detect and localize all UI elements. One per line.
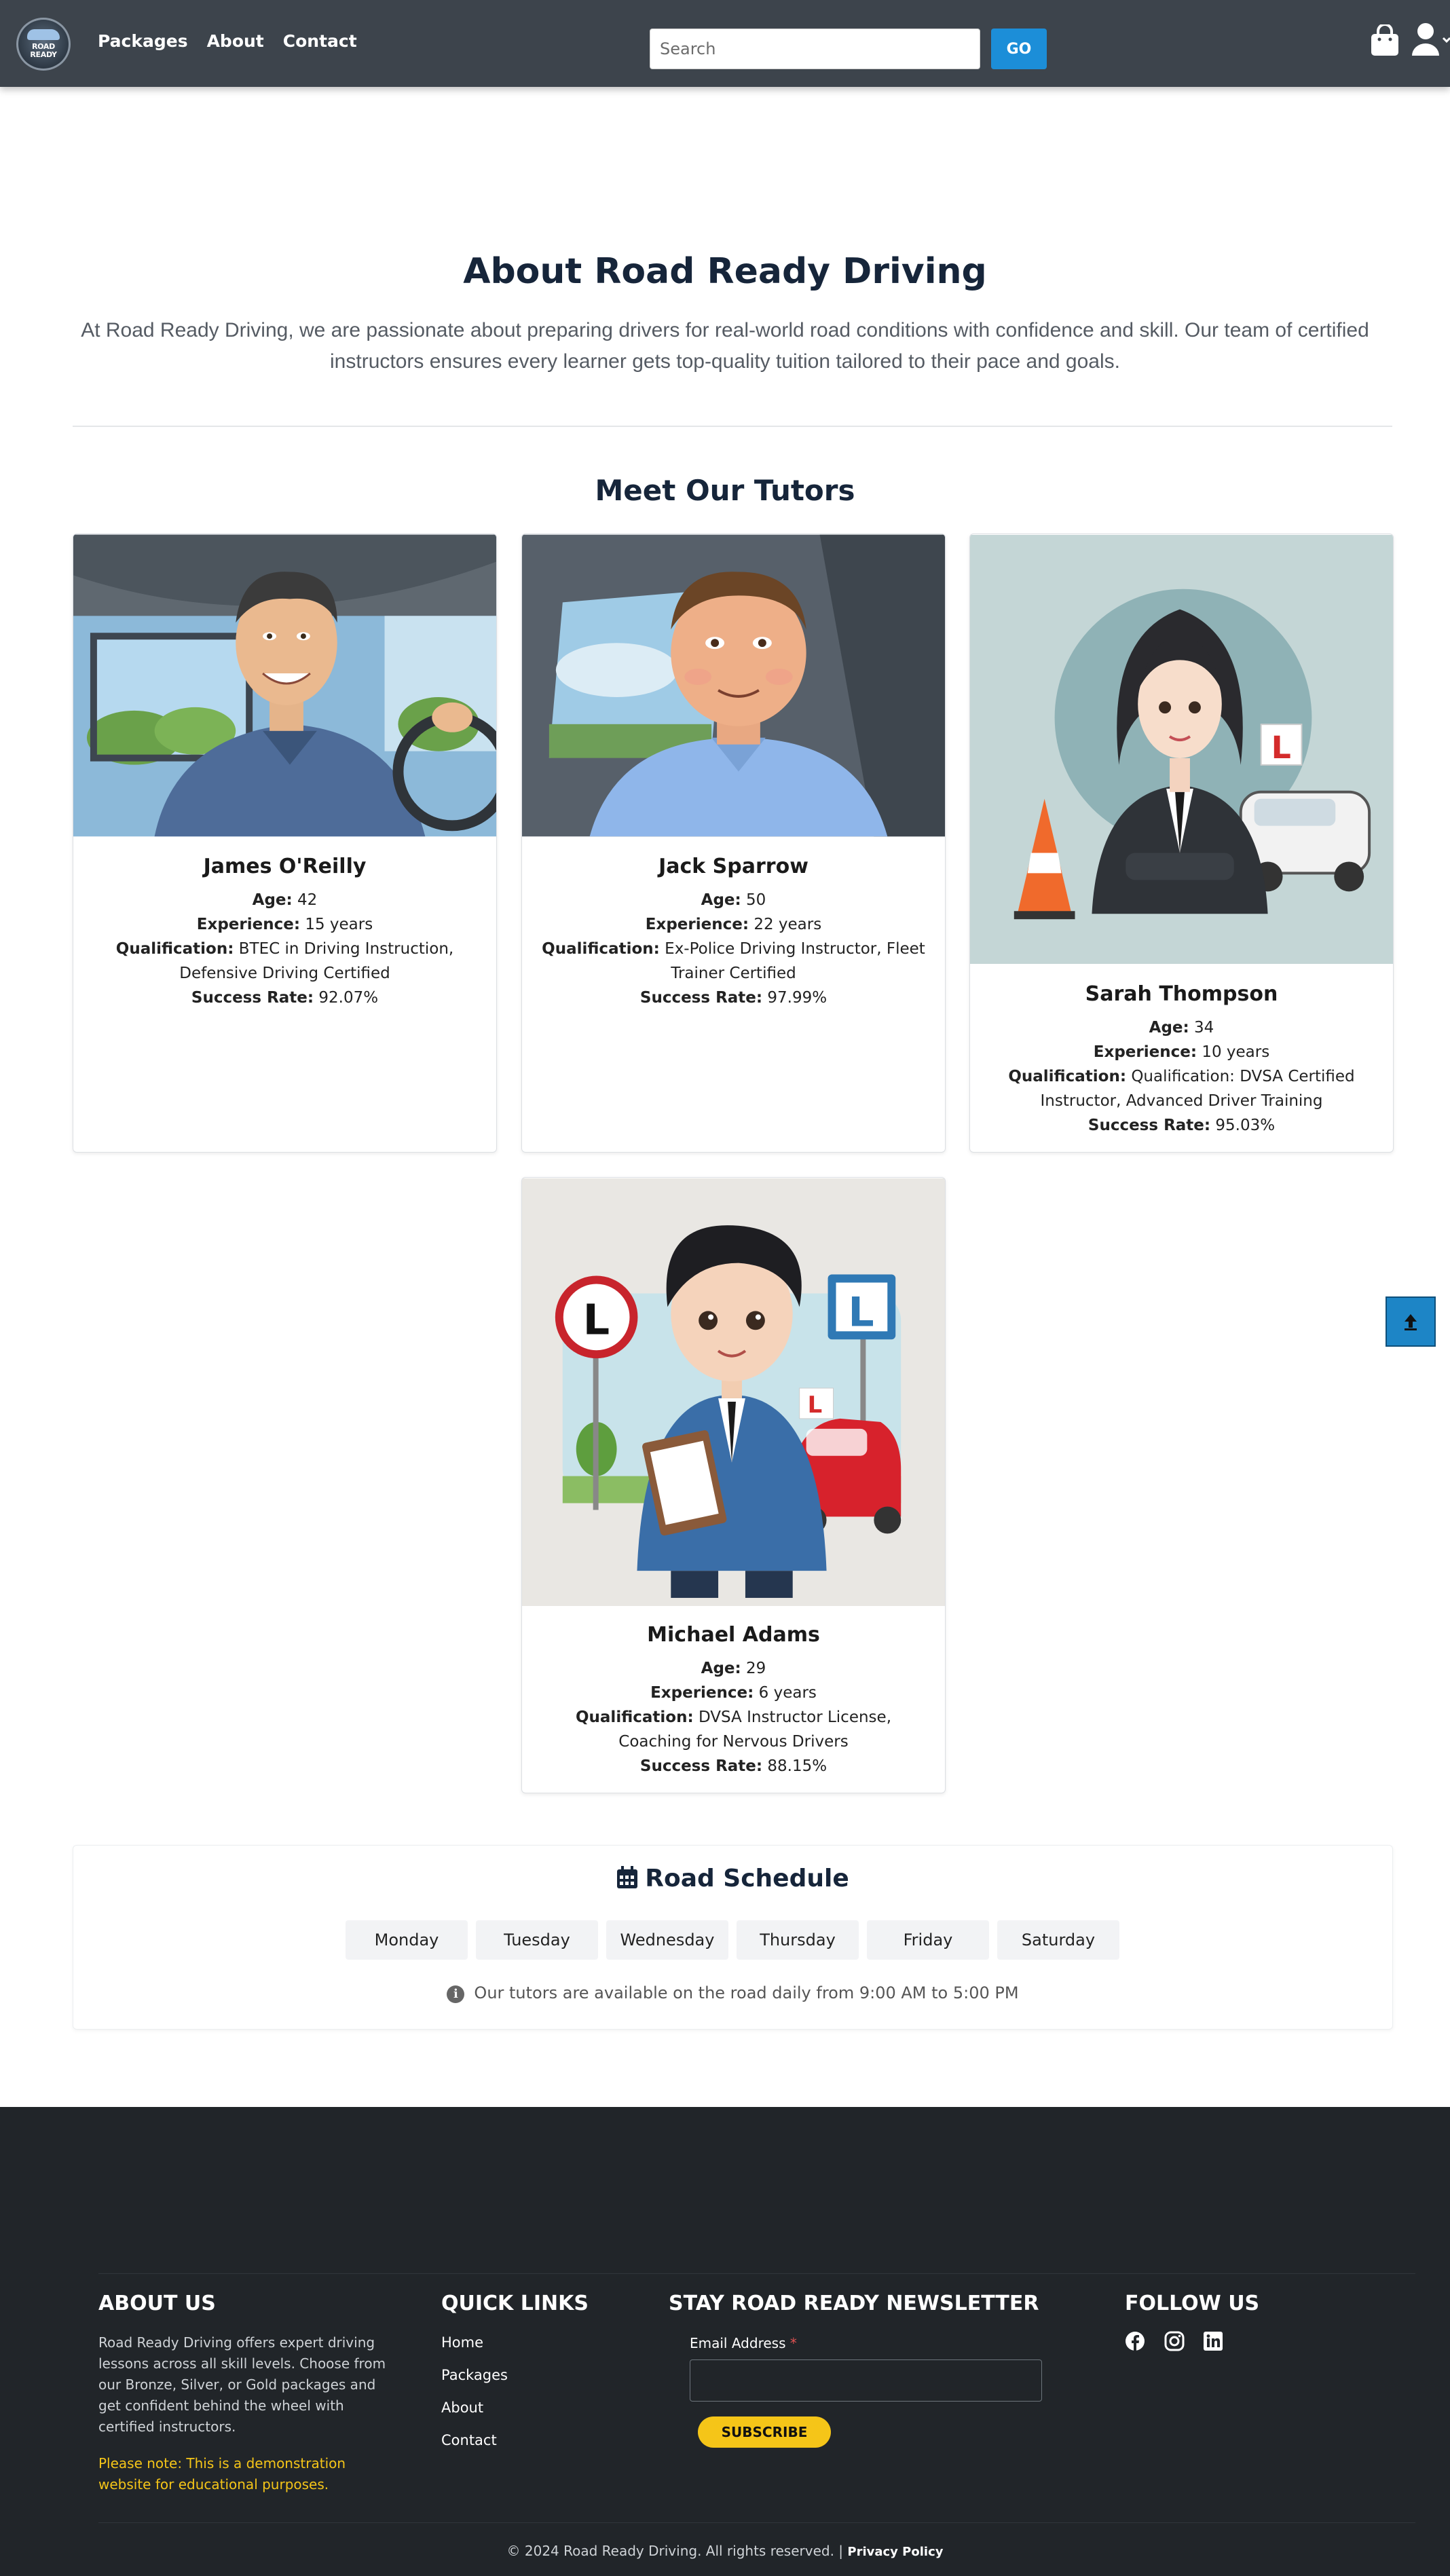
nav-link-packages[interactable]: Packages xyxy=(98,31,188,51)
footer-link-contact[interactable]: Contact xyxy=(441,2431,508,2449)
nav-link-contact[interactable]: Contact xyxy=(283,31,357,51)
nav-links: Packages About Contact xyxy=(98,31,357,51)
footer-about-title: ABOUT US xyxy=(98,2292,216,2315)
footer-about-text: Road Ready Driving offers expert driving… xyxy=(98,2334,386,2435)
logo[interactable]: ROAD READY xyxy=(16,18,71,71)
day-friday[interactable]: Friday xyxy=(867,1920,989,1960)
road-schedule: Road Schedule Monday Tuesday Wednesday T… xyxy=(73,1845,1393,2030)
tutor-qualification: Qualification: Ex-Police Driving Instruc… xyxy=(542,940,925,982)
calendar-icon xyxy=(617,1866,638,1888)
tutor-success-rate: Success Rate: 95.03% xyxy=(1088,1117,1276,1134)
day-tuesday[interactable]: Tuesday xyxy=(476,1920,598,1960)
day-wednesday[interactable]: Wednesday xyxy=(606,1920,728,1960)
footer-link-about[interactable]: About xyxy=(441,2399,508,2416)
tutor-name: Michael Adams xyxy=(647,1623,820,1647)
tutor-photo-james xyxy=(73,534,496,837)
tutor-qualification: Qualification: DVSA Instructor License, … xyxy=(575,1709,891,1751)
back-to-top-button[interactable] xyxy=(1386,1296,1436,1347)
arrow-up-icon xyxy=(1405,1314,1417,1330)
day-monday[interactable]: Monday xyxy=(346,1920,468,1960)
tutor-photo-michael: L L L xyxy=(522,1178,945,1606)
tutor-info: Jack Sparrow Age: 50 Experience: 22 year… xyxy=(522,855,945,1010)
tutor-photo-jack xyxy=(522,534,945,837)
svg-text:L: L xyxy=(583,1295,610,1344)
schedule-title-text: Road Schedule xyxy=(645,1865,849,1892)
tutor-info: Michael Adams Age: 29 Experience: 6 year… xyxy=(522,1623,945,1778)
tutor-experience: Experience: 6 years xyxy=(650,1684,817,1702)
email-label: Email Address * xyxy=(690,2335,797,2351)
day-thursday[interactable]: Thursday xyxy=(737,1920,859,1960)
instagram-icon[interactable] xyxy=(1164,2331,1185,2351)
newsletter-title: STAY ROAD READY NEWSLETTER xyxy=(669,2292,1039,2315)
footer-link-packages[interactable]: Packages xyxy=(441,2366,508,2384)
navbar: ROAD READY Packages About Contact GO xyxy=(0,0,1450,87)
tutor-name: James O'Reilly xyxy=(203,855,367,878)
svg-text:L: L xyxy=(848,1288,874,1336)
footer-divider xyxy=(98,2273,1415,2274)
footer-demo-note: Please note: This is a demonstration web… xyxy=(98,2455,346,2493)
tutor-success-rate: Success Rate: 97.99% xyxy=(639,989,828,1007)
tutor-experience: Experience: 10 years xyxy=(1093,1043,1270,1061)
tutor-card-sarah: L Sarah Thompson Age: 34 Experience: 10 … xyxy=(969,534,1394,1153)
footer: ABOUT US Road Ready Driving offers exper… xyxy=(0,2107,1450,2576)
footer-link-home[interactable]: Home xyxy=(441,2334,508,2351)
copyright: © 2024 Road Ready Driving. All rights re… xyxy=(506,2543,944,2559)
tutor-card-jack: Jack Sparrow Age: 50 Experience: 22 year… xyxy=(521,534,946,1153)
facebook-icon[interactable] xyxy=(1125,2331,1145,2351)
footer-bottom-divider xyxy=(98,2522,1415,2523)
tutor-name: Jack Sparrow xyxy=(658,855,808,878)
tutor-qualification: Qualification: BTEC in Driving Instructi… xyxy=(115,940,454,982)
footer-links-title: QUICK LINKS xyxy=(441,2292,589,2315)
tutor-info: James O'Reilly Age: 42 Experience: 15 ye… xyxy=(73,855,496,1010)
about-title: About Road Ready Driving xyxy=(463,251,987,292)
tutor-success-rate: Success Rate: 88.15% xyxy=(639,1757,828,1775)
search-input[interactable] xyxy=(650,29,980,69)
user-icon[interactable] xyxy=(1412,22,1450,57)
svg-text:L: L xyxy=(808,1392,823,1418)
day-saturday[interactable]: Saturday xyxy=(997,1920,1119,1960)
linkedin-icon[interactable] xyxy=(1203,2331,1223,2351)
subscribe-button[interactable]: SUBSCRIBE xyxy=(698,2416,831,2448)
tutor-age: Age: 29 xyxy=(701,1660,766,1677)
shopping-bag-icon[interactable] xyxy=(1370,24,1400,56)
privacy-policy-link[interactable]: Privacy Policy xyxy=(847,2545,943,2559)
tutor-card-james: James O'Reilly Age: 42 Experience: 15 ye… xyxy=(73,534,497,1153)
footer-links: Home Packages About Contact xyxy=(441,2334,508,2464)
about-text: At Road Ready Driving, we are passionate… xyxy=(81,319,1369,373)
follow-title: FOLLOW US xyxy=(1125,2292,1260,2315)
divider xyxy=(73,426,1392,427)
tutor-name: Sarah Thompson xyxy=(1085,982,1278,1006)
tutor-success-rate: Success Rate: 92.07% xyxy=(191,989,379,1007)
tutor-info: Sarah Thompson Age: 34 Experience: 10 ye… xyxy=(970,982,1393,1138)
schedule-note: i Our tutors are available on the road da… xyxy=(73,1983,1392,2003)
tutors-title: Meet Our Tutors xyxy=(595,474,855,507)
logo-text: ROAD READY xyxy=(30,42,57,59)
go-button[interactable]: GO xyxy=(991,29,1047,69)
tutor-experience: Experience: 15 years xyxy=(196,916,373,933)
svg-text:L: L xyxy=(1271,729,1291,766)
nav-link-about[interactable]: About xyxy=(207,31,264,51)
schedule-days: Monday Tuesday Wednesday Thursday Friday… xyxy=(346,1920,1119,1960)
tutor-age: Age: 34 xyxy=(1149,1019,1214,1037)
schedule-title: Road Schedule xyxy=(73,1865,1392,1892)
tutor-qualification: Qualification: Qualification: DVSA Certi… xyxy=(1008,1068,1355,1110)
info-icon: i xyxy=(447,1985,465,2003)
tutor-experience: Experience: 22 years xyxy=(645,916,822,933)
tutor-age: Age: 50 xyxy=(701,891,766,909)
tutor-card-michael: L L L Michael Adams Age: 29 Experience: … xyxy=(521,1177,946,1793)
tutor-age: Age: 42 xyxy=(252,891,318,909)
car-icon xyxy=(27,29,60,40)
email-field[interactable] xyxy=(690,2359,1042,2402)
tutor-photo-sarah: L xyxy=(970,535,1393,964)
